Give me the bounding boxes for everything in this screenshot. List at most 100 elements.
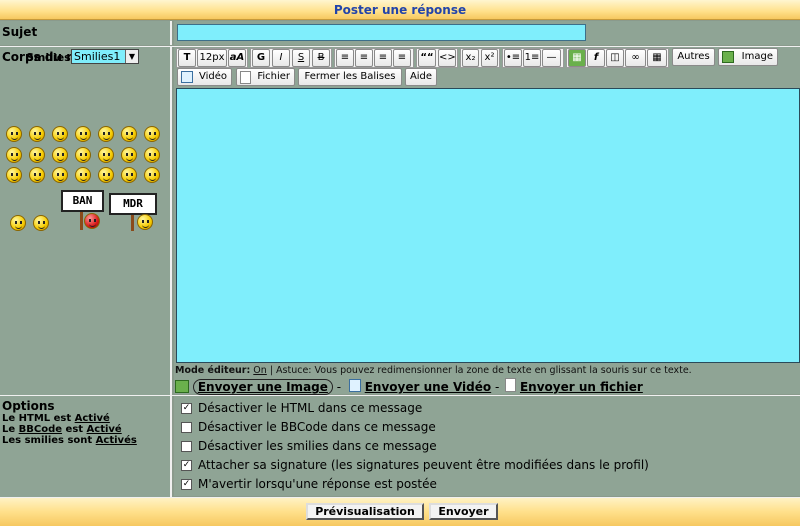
strike-button[interactable]: B: [312, 49, 330, 67]
option-disable-html[interactable]: ✓ Désactiver le HTML dans ce message: [181, 399, 422, 417]
smilies-label: Smilies:: [26, 51, 76, 64]
subject-row: Sujet: [0, 21, 800, 45]
upload-video-link[interactable]: Envoyer une Vidéo: [365, 380, 491, 394]
upload-file-link[interactable]: Envoyer un fichier: [520, 380, 643, 394]
video-insert-icon[interactable]: ◫: [606, 49, 624, 67]
image-button[interactable]: Image: [718, 48, 778, 66]
chevron-down-icon: ▼: [125, 50, 138, 63]
smiley-icon[interactable]: [75, 126, 91, 142]
link-icon[interactable]: ∞: [625, 49, 646, 67]
send-button[interactable]: Envoyer: [429, 503, 498, 520]
flash-icon[interactable]: f: [587, 49, 605, 67]
subscript-icon[interactable]: x₂: [462, 49, 479, 67]
ban-sign[interactable]: BAN: [61, 190, 104, 212]
smiley-icon[interactable]: [52, 147, 68, 163]
option-attach-signature[interactable]: ✓ Attacher sa signature (les signatures …: [181, 456, 649, 474]
help-button[interactable]: Aide: [405, 68, 437, 86]
fichier-button[interactable]: Fichier: [236, 68, 295, 86]
page-title: Poster une réponse: [0, 0, 800, 20]
align-center-icon[interactable]: ≡: [355, 49, 373, 67]
smiley-icon: [84, 213, 100, 229]
image-upload-icon: [175, 380, 189, 393]
horizontal-rule-icon[interactable]: —: [542, 49, 561, 67]
video-icon: [181, 71, 193, 83]
smilies-status: Les smilies sont Activés: [2, 435, 137, 446]
font-size-button[interactable]: 12px: [197, 49, 227, 67]
attach-signature-checkbox[interactable]: ✓: [181, 459, 192, 471]
ban-sign-stick: [80, 212, 83, 230]
smiley-icon[interactable]: [121, 167, 137, 183]
quote-button[interactable]: ““: [418, 49, 436, 67]
html-status-link[interactable]: Activé: [75, 413, 110, 424]
video-button[interactable]: Vidéo: [177, 68, 232, 86]
bbcode-status: Le BBCode est Activé: [2, 424, 122, 435]
image-insert-icon[interactable]: ▦: [568, 49, 586, 67]
smiley-icon[interactable]: [144, 167, 160, 183]
align-justify-icon[interactable]: ≡: [393, 49, 411, 67]
smiley-icon[interactable]: [6, 126, 22, 142]
smiley-icon[interactable]: [75, 147, 91, 163]
video-upload-icon: [348, 379, 361, 392]
smiley-icon[interactable]: [121, 147, 137, 163]
smiley-icon[interactable]: [10, 215, 26, 231]
smiley-icon[interactable]: [6, 147, 22, 163]
smiley-icon[interactable]: [6, 167, 22, 183]
options-title: Options: [2, 399, 55, 413]
subject-input[interactable]: [177, 24, 586, 41]
smiley-icon[interactable]: [33, 215, 49, 231]
bold-button[interactable]: G: [252, 49, 270, 67]
subject-label: Sujet: [0, 21, 172, 45]
smiley-icon[interactable]: [98, 147, 114, 163]
mdr-sign[interactable]: MDR: [109, 193, 157, 215]
editor-hint: Mode éditeur: On | Astuce: Vous pouvez r…: [175, 365, 692, 376]
form-footer: Prévisualisation Envoyer: [0, 497, 800, 526]
bbcode-link[interactable]: BBCode: [19, 424, 62, 435]
message-textarea[interactable]: [176, 88, 800, 363]
preview-button[interactable]: Prévisualisation: [306, 503, 424, 520]
smiley-icon[interactable]: [75, 167, 91, 183]
disable-bbcode-checkbox[interactable]: [181, 421, 192, 433]
smiley-icon[interactable]: [52, 167, 68, 183]
option-notify-reply[interactable]: ✓ M'avertir lorsqu'une réponse est posté…: [181, 475, 437, 493]
smilies-select-value: Smilies1: [74, 50, 121, 63]
superscript-icon[interactable]: x²: [481, 49, 498, 67]
option-disable-bbcode[interactable]: Désactiver le BBCode dans ce message: [181, 418, 436, 436]
text-color-icon[interactable]: T: [178, 49, 196, 67]
smiley-icon: [137, 214, 153, 230]
html-status: Le HTML est Activé: [2, 413, 110, 424]
align-left-icon[interactable]: ≡: [336, 49, 354, 67]
code-button[interactable]: <>: [438, 49, 456, 67]
numbered-list-icon[interactable]: 1≡: [523, 49, 541, 67]
font-family-icon[interactable]: aA: [228, 49, 246, 67]
smiley-icon[interactable]: [52, 126, 68, 142]
editor-mode-toggle[interactable]: On: [253, 365, 267, 376]
smiley-icon[interactable]: [29, 147, 45, 163]
smiley-icon[interactable]: [144, 126, 160, 142]
table-icon[interactable]: ▦: [647, 49, 667, 67]
smilies-select[interactable]: Smilies1 ▼: [71, 49, 139, 64]
smiley-icon[interactable]: [121, 126, 137, 142]
upload-links: Envoyer une Image - Envoyer une Vidéo - …: [175, 378, 643, 395]
underline-button[interactable]: S: [292, 49, 310, 67]
italic-button[interactable]: I: [272, 49, 290, 67]
file-upload-icon: [505, 378, 517, 392]
close-tags-button[interactable]: Fermer les Balises: [298, 68, 402, 86]
smiley-icon[interactable]: [144, 147, 160, 163]
smiley-icon[interactable]: [98, 126, 114, 142]
smilies-status-link[interactable]: Activés: [96, 435, 137, 446]
image-icon: [722, 51, 734, 63]
smiley-icon[interactable]: [29, 167, 45, 183]
upload-image-link[interactable]: Envoyer une Image: [192, 379, 333, 395]
align-right-icon[interactable]: ≡: [374, 49, 392, 67]
smiley-icon[interactable]: [98, 167, 114, 183]
bbcode-status-link[interactable]: Activé: [87, 424, 122, 435]
autres-button[interactable]: Autres: [672, 48, 715, 66]
bullet-list-icon[interactable]: •≡: [504, 49, 522, 67]
notify-reply-checkbox[interactable]: ✓: [181, 478, 192, 490]
disable-html-checkbox[interactable]: ✓: [181, 402, 192, 414]
mdr-sign-stick: [131, 215, 134, 231]
option-disable-smilies[interactable]: Désactiver les smilies dans ce message: [181, 437, 437, 455]
file-icon: [240, 71, 251, 84]
smiley-icon[interactable]: [29, 126, 45, 142]
disable-smilies-checkbox[interactable]: [181, 440, 192, 452]
